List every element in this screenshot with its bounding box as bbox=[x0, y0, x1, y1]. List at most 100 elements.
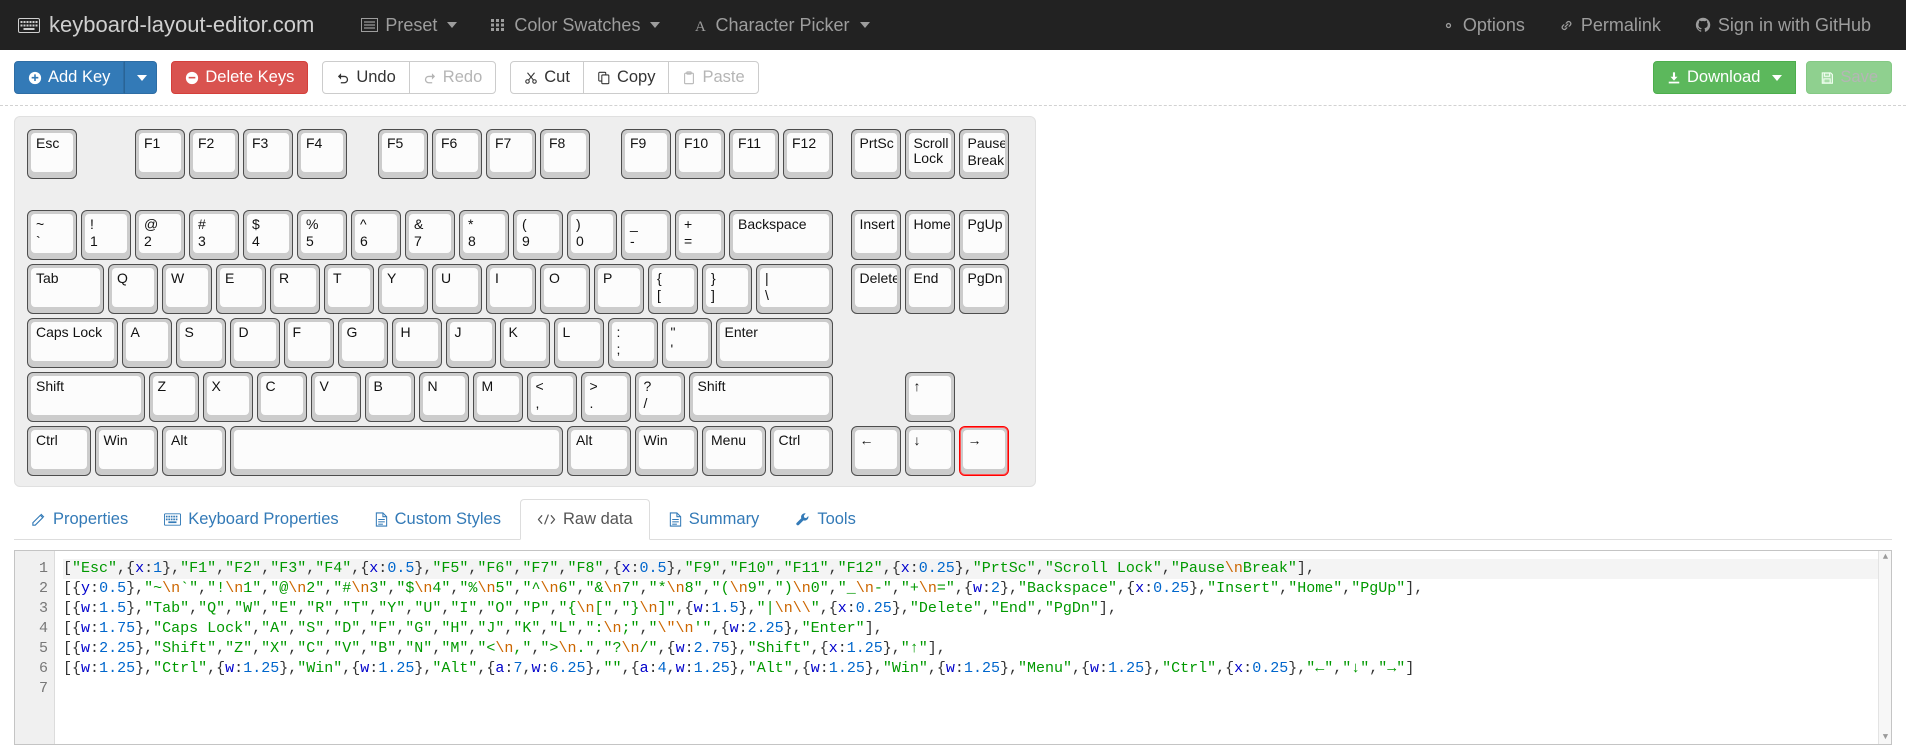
keyboard-key[interactable]: ~ ` bbox=[27, 210, 77, 260]
keyboard-key[interactable]: Alt bbox=[567, 426, 631, 476]
nav-preset[interactable]: Preset bbox=[344, 0, 474, 50]
keyboard-key[interactable]: Insert bbox=[850, 210, 901, 260]
copy-button[interactable]: Copy bbox=[582, 61, 670, 94]
code-line[interactable]: [{y:0.5},"~\n`","!\n1","@\n2","#\n3","$\… bbox=[63, 579, 1891, 599]
keyboard-key[interactable]: ← bbox=[850, 426, 901, 476]
keyboard-key[interactable]: >. bbox=[580, 372, 631, 422]
keyboard-key[interactable]: Esc bbox=[27, 129, 77, 179]
keyboard-key[interactable]: * 8 bbox=[459, 210, 509, 260]
save-button[interactable]: Save bbox=[1806, 61, 1892, 94]
keyboard-canvas[interactable]: Esc F1 F2 F3 F4 F5 F6 F7 F8 F9 F10 F11 F12 PrtSc Scrol… bbox=[14, 116, 1036, 487]
keyboard-key[interactable]: :; bbox=[607, 318, 658, 368]
nav-character-picker[interactable]: A Character Picker bbox=[677, 0, 886, 50]
keyboard-key[interactable]: U bbox=[432, 264, 482, 314]
keyboard-key[interactable]: F3 bbox=[243, 129, 293, 179]
keyboard-key[interactable]: Delete bbox=[850, 264, 901, 314]
keyboard-key[interactable]: PgUp bbox=[958, 210, 1009, 260]
keyboard-key[interactable]: @2 bbox=[135, 210, 185, 260]
keyboard-key[interactable]: (9 bbox=[513, 210, 563, 260]
keyboard-key[interactable]: K bbox=[499, 318, 550, 368]
keyboard-key[interactable]: F7 bbox=[486, 129, 536, 179]
site-brand[interactable]: keyboard-layout-editor.com bbox=[18, 12, 314, 38]
keyboard-key[interactable]: I bbox=[486, 264, 536, 314]
keyboard-key[interactable]: J bbox=[445, 318, 496, 368]
keyboard-key[interactable]: S bbox=[175, 318, 226, 368]
tab-raw-data[interactable]: Raw data bbox=[520, 499, 650, 540]
keyboard-key[interactable]: % 5 bbox=[297, 210, 347, 260]
keyboard-key[interactable]: Ctrl bbox=[769, 426, 833, 476]
keyboard-key[interactable]: F10 bbox=[675, 129, 725, 179]
keyboard-key[interactable]: C bbox=[256, 372, 307, 422]
keyboard-key[interactable]: _ - bbox=[621, 210, 671, 260]
tab-summary[interactable]: Summary bbox=[652, 499, 777, 540]
keyboard-key[interactable]: Y bbox=[378, 264, 428, 314]
keyboard-key[interactable]: F9 bbox=[621, 129, 671, 179]
cut-button[interactable]: Cut bbox=[510, 61, 584, 94]
keyboard-key[interactable]: F4 bbox=[297, 129, 347, 179]
keyboard-key[interactable]: + = bbox=[675, 210, 725, 260]
keyboard-key[interactable]: F5 bbox=[378, 129, 428, 179]
keyboard-key[interactable]: ) 0 bbox=[567, 210, 617, 260]
keyboard-key[interactable]: Win bbox=[94, 426, 158, 476]
keyboard-key[interactable]: F12 bbox=[783, 129, 833, 179]
keyboard-key[interactable]: Enter bbox=[715, 318, 833, 368]
keyboard-key[interactable]: PrtSc bbox=[850, 129, 901, 179]
keyboard-key[interactable]: Backspace bbox=[729, 210, 833, 260]
keyboard-key[interactable]: X bbox=[202, 372, 253, 422]
keyboard-key[interactable] bbox=[229, 426, 563, 476]
nav-color-swatches[interactable]: Color Swatches bbox=[474, 0, 677, 50]
keyboard-key[interactable]: Q bbox=[108, 264, 158, 314]
scroll-up-icon[interactable]: ▲ bbox=[1881, 553, 1890, 562]
keyboard-key[interactable]: Win bbox=[634, 426, 698, 476]
keyboard-key[interactable]: <, bbox=[526, 372, 577, 422]
keyboard-key[interactable]: Scroll Lock bbox=[904, 129, 955, 179]
keyboard-key[interactable]: Shift bbox=[27, 372, 145, 422]
keyboard-key[interactable]: F11 bbox=[729, 129, 779, 179]
redo-button[interactable]: Redo bbox=[408, 61, 497, 94]
keyboard-key[interactable]: G bbox=[337, 318, 388, 368]
keyboard-key[interactable]: V bbox=[310, 372, 361, 422]
keyboard-key[interactable]: PgDn bbox=[958, 264, 1009, 314]
paste-button[interactable]: Paste bbox=[668, 61, 759, 94]
keyboard-key[interactable]: & 7 bbox=[405, 210, 455, 260]
keyboard-key[interactable]: F8 bbox=[540, 129, 590, 179]
keyboard-key[interactable]: T bbox=[324, 264, 374, 314]
keyboard-key[interactable]: | \ bbox=[756, 264, 833, 314]
keyboard-key[interactable]: Ctrl bbox=[27, 426, 91, 476]
keyboard-key[interactable]: Home bbox=[904, 210, 955, 260]
keyboard-key[interactable]: W bbox=[162, 264, 212, 314]
code-editor[interactable]: 1 2 3 4 5 6 7 ["Esc",{x:1},"F1","F2","F3","F4"… bbox=[14, 550, 1892, 745]
code-line[interactable]: [{w:1.5},"Tab","Q","W","E","R","T","Y","… bbox=[63, 599, 1891, 619]
keyboard-key[interactable]: ↑ bbox=[904, 372, 955, 422]
tab-custom-styles[interactable]: Custom Styles bbox=[358, 499, 518, 540]
keyboard-key[interactable]: M bbox=[472, 372, 523, 422]
keyboard-key[interactable]: B bbox=[364, 372, 415, 422]
keyboard-key[interactable]: End bbox=[904, 264, 955, 314]
keyboard-key[interactable]: ↓ bbox=[904, 426, 955, 476]
keyboard-key[interactable]: H bbox=[391, 318, 442, 368]
code-line[interactable]: [{w:1.75},"Caps Lock","A","S","D","F","G… bbox=[63, 619, 1891, 639]
nav-options[interactable]: Options bbox=[1424, 0, 1542, 50]
code-line[interactable]: ["Esc",{x:1},"F1","F2","F3","F4",{x:0.5}… bbox=[63, 559, 1891, 579]
keyboard-key[interactable]: #3 bbox=[189, 210, 239, 260]
keyboard-key[interactable]: Pause Break bbox=[958, 129, 1009, 179]
keyboard-key[interactable]: R bbox=[270, 264, 320, 314]
keyboard-key[interactable]: → bbox=[958, 426, 1009, 476]
keyboard-key[interactable]: Alt bbox=[162, 426, 226, 476]
keyboard-key[interactable]: Caps Lock bbox=[27, 318, 118, 368]
keyboard-key[interactable]: ! 1 bbox=[81, 210, 131, 260]
keyboard-key[interactable]: A bbox=[121, 318, 172, 368]
keyboard-key[interactable]: Menu bbox=[702, 426, 766, 476]
add-key-dropdown-button[interactable] bbox=[124, 61, 158, 94]
keyboard-key[interactable]: $4 bbox=[243, 210, 293, 260]
tab-properties[interactable]: Properties bbox=[14, 499, 145, 540]
keyboard-key[interactable]: ? / bbox=[634, 372, 685, 422]
keyboard-key[interactable]: F1 bbox=[135, 129, 185, 179]
keyboard-key[interactable]: N bbox=[418, 372, 469, 422]
keyboard-key[interactable]: }] bbox=[702, 264, 752, 314]
keyboard-key[interactable]: Tab bbox=[27, 264, 104, 314]
keyboard-key[interactable]: F bbox=[283, 318, 334, 368]
scroll-down-icon[interactable]: ▼ bbox=[1881, 733, 1890, 742]
undo-button[interactable]: Undo bbox=[322, 61, 410, 94]
delete-keys-button[interactable]: Delete Keys bbox=[171, 61, 309, 94]
